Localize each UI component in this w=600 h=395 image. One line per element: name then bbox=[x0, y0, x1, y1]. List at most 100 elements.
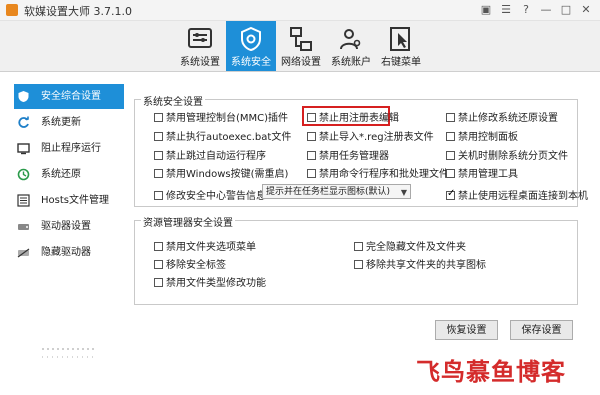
sidebar-item-drive-settings[interactable]: 驱动器设置 bbox=[14, 214, 124, 239]
sidebar-item-label: 隐藏驱动器 bbox=[41, 247, 91, 258]
restore-icon bbox=[17, 168, 30, 181]
checkbox[interactable] bbox=[446, 113, 455, 122]
checkbox[interactable] bbox=[307, 169, 316, 178]
sidebar-item-label: 驱动器设置 bbox=[41, 221, 91, 232]
option-disable-task-manager[interactable]: 禁用任务管理器 bbox=[307, 147, 389, 162]
hosts-file-icon bbox=[17, 194, 30, 207]
option-label: 禁用Windows按键(需重启) bbox=[166, 169, 289, 180]
restore-settings-button[interactable]: 恢复设置 bbox=[435, 320, 498, 340]
sidebar-item-label: 系统更新 bbox=[41, 117, 81, 128]
checkbox[interactable] bbox=[446, 188, 455, 200]
main-toolbar: 系统设置 系统安全 网络设置 系统账户 右键菜单 bbox=[0, 21, 600, 72]
option-hide-files-completely[interactable]: 完全隐藏文件及文件夹 bbox=[354, 238, 466, 253]
option-label: 禁用管理工具 bbox=[458, 169, 518, 180]
option-label: 完全隐藏文件及文件夹 bbox=[366, 242, 466, 253]
checkbox[interactable] bbox=[446, 169, 455, 178]
sidebar-item-hidden-drives[interactable]: 隐藏驱动器 bbox=[14, 240, 124, 265]
shield-icon bbox=[241, 26, 261, 52]
checkbox[interactable] bbox=[154, 169, 163, 178]
option-label: 禁止导入*.reg注册表文件 bbox=[319, 132, 434, 143]
close-icon[interactable]: ✕ bbox=[578, 2, 594, 17]
tab-label: 系统账户 bbox=[331, 57, 371, 68]
option-disable-windows-key[interactable]: 禁用Windows按键(需重启) bbox=[154, 165, 288, 180]
security-center-select[interactable]: 提示并在任务栏显示图标(默认) ▼ bbox=[262, 184, 411, 199]
option-disable-control-panel[interactable]: 禁用控制面板 bbox=[446, 128, 518, 143]
option-disable-restore-settings[interactable]: 禁止修改系统还原设置 bbox=[446, 109, 558, 124]
tab-label: 系统安全 bbox=[231, 57, 271, 68]
minimize-icon[interactable]: — bbox=[538, 2, 554, 17]
users-icon bbox=[340, 29, 361, 50]
checkbox[interactable] bbox=[446, 132, 455, 141]
block-program-icon bbox=[17, 143, 30, 155]
settings-panel-icon bbox=[188, 28, 212, 48]
checkbox[interactable] bbox=[154, 113, 163, 122]
checkbox[interactable] bbox=[446, 151, 455, 160]
option-security-center-warning[interactable]: 修改安全中心警告信息 bbox=[154, 187, 266, 202]
tab-label: 系统设置 bbox=[180, 57, 220, 68]
checkbox[interactable] bbox=[154, 260, 163, 269]
skin-icon[interactable]: ▣ bbox=[478, 2, 494, 17]
checkbox[interactable] bbox=[354, 242, 363, 251]
sidebar-item-block-programs[interactable]: 阻止程序运行 bbox=[14, 136, 124, 161]
select-value: 提示并在任务栏显示图标(默认) bbox=[266, 187, 391, 197]
option-label: 禁用控制面板 bbox=[458, 132, 518, 143]
option-label: 禁用文件类型修改功能 bbox=[166, 278, 266, 289]
option-label: 关机时删除系统分页文件 bbox=[458, 151, 568, 162]
option-disable-folder-options[interactable]: 禁用文件夹选项菜单 bbox=[154, 238, 256, 253]
sidebar-item-label: 安全综合设置 bbox=[41, 91, 101, 102]
network-icon bbox=[290, 27, 312, 51]
option-label: 禁止修改系统还原设置 bbox=[458, 113, 558, 124]
tab-label: 右键菜单 bbox=[381, 57, 421, 68]
checkbox[interactable] bbox=[154, 191, 163, 200]
option-disable-autoexec[interactable]: 禁止执行autoexec.bat文件 bbox=[154, 128, 291, 143]
option-disable-mmc[interactable]: 禁用管理控制台(MMC)插件 bbox=[154, 109, 288, 124]
help-icon[interactable]: ? bbox=[518, 2, 534, 17]
checkbox[interactable] bbox=[154, 151, 163, 160]
option-label: 禁用任务管理器 bbox=[319, 151, 389, 162]
option-label: 禁止使用远程桌面连接到本机 bbox=[458, 191, 588, 202]
option-disable-admin-tools[interactable]: 禁用管理工具 bbox=[446, 165, 518, 180]
watermark-text: 飞鸟慕鱼博客 bbox=[416, 358, 566, 386]
menu-icon[interactable]: ☰ bbox=[498, 2, 514, 17]
checkbox[interactable] bbox=[307, 113, 316, 122]
option-disable-cmd[interactable]: 禁用命令行程序和批处理文件 bbox=[307, 165, 449, 180]
option-remove-share-icon[interactable]: 移除共享文件夹的共享图标 bbox=[354, 256, 486, 271]
checkbox[interactable] bbox=[154, 278, 163, 287]
option-label: 移除共享文件夹的共享图标 bbox=[366, 260, 486, 271]
save-settings-button[interactable]: 保存设置 bbox=[510, 320, 573, 340]
option-label: 禁止跳过自动运行程序 bbox=[166, 151, 266, 162]
option-label: 修改安全中心警告信息 bbox=[166, 191, 266, 202]
checkbox[interactable] bbox=[154, 242, 163, 251]
checkbox[interactable] bbox=[354, 260, 363, 269]
group-title: 资源管理器安全设置 bbox=[141, 214, 235, 229]
option-disable-remote-desktop[interactable]: 禁止使用远程桌面连接到本机 bbox=[446, 187, 588, 202]
maximize-icon[interactable]: □ bbox=[558, 2, 574, 17]
tab-network-settings[interactable]: 网络设置 bbox=[276, 21, 326, 71]
checkbox[interactable] bbox=[307, 132, 316, 141]
tab-system-accounts[interactable]: 系统账户 bbox=[326, 21, 376, 71]
sidebar-item-label: Hosts文件管理 bbox=[41, 195, 109, 206]
sidebar-item-system-update[interactable]: 系统更新 bbox=[14, 110, 124, 135]
tab-context-menu[interactable]: 右键菜单 bbox=[376, 21, 426, 71]
option-clear-pagefile[interactable]: 关机时删除系统分页文件 bbox=[446, 147, 568, 162]
checkbox[interactable] bbox=[154, 132, 163, 141]
sidebar-item-label: 阻止程序运行 bbox=[41, 143, 101, 154]
tab-label: 网络设置 bbox=[281, 57, 321, 68]
tab-system-settings[interactable]: 系统设置 bbox=[175, 21, 225, 71]
app-logo-icon bbox=[6, 4, 18, 16]
option-disable-filetype-edit[interactable]: 禁用文件类型修改功能 bbox=[154, 274, 266, 289]
option-remove-security-tab[interactable]: 移除安全标签 bbox=[154, 256, 226, 271]
checkbox[interactable] bbox=[307, 151, 316, 160]
cursor-icon bbox=[390, 27, 410, 51]
option-disable-regedit[interactable]: 禁止用注册表编辑 bbox=[307, 109, 399, 124]
decorative-dots bbox=[42, 348, 96, 358]
tab-system-security[interactable]: 系统安全 bbox=[226, 21, 276, 71]
sidebar-item-system-restore[interactable]: 系统还原 bbox=[14, 162, 124, 187]
option-disable-skip-autorun[interactable]: 禁止跳过自动运行程序 bbox=[154, 147, 266, 162]
shield-icon bbox=[18, 91, 29, 102]
option-label: 禁用文件夹选项菜单 bbox=[166, 242, 256, 253]
sidebar: 安全综合设置 系统更新 阻止程序运行 系统还原 Hosts文件管理 驱动器设置 … bbox=[14, 84, 124, 264]
option-disable-reg-import[interactable]: 禁止导入*.reg注册表文件 bbox=[307, 128, 434, 143]
sidebar-item-hosts-file[interactable]: Hosts文件管理 bbox=[14, 188, 124, 213]
sidebar-item-security-overview[interactable]: 安全综合设置 bbox=[14, 84, 124, 109]
